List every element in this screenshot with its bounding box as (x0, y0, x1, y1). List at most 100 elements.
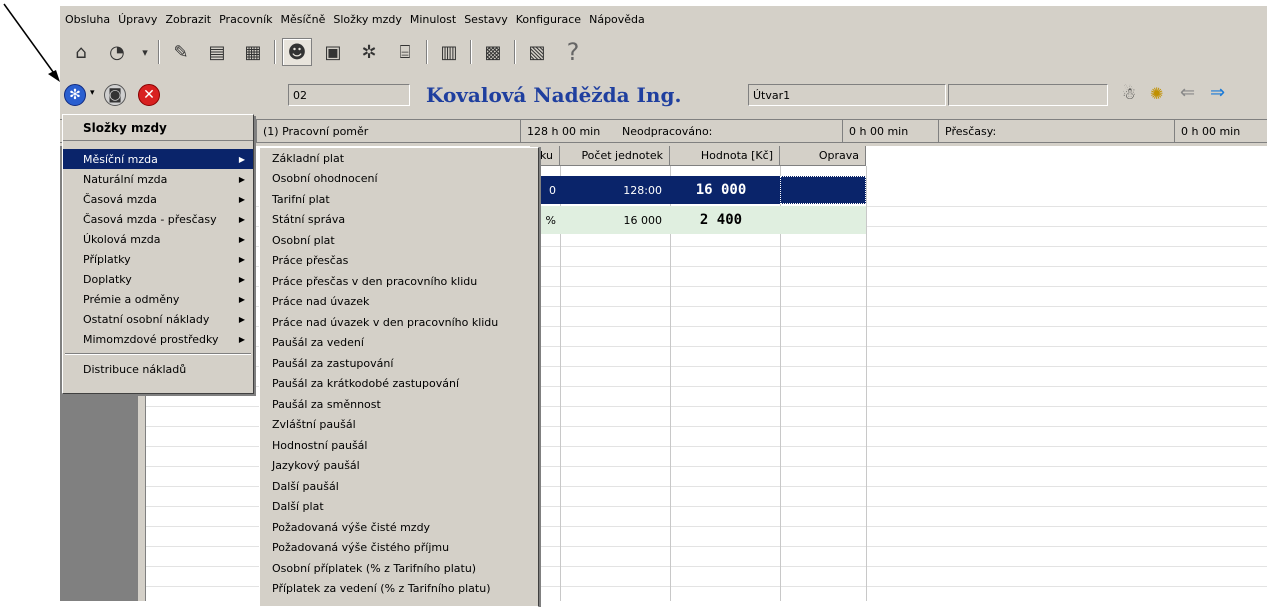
submenu-item[interactable]: Zvláštní paušál (260, 415, 538, 436)
menu-pracovnik[interactable]: Pracovník (219, 13, 272, 26)
employee-code-field[interactable]: 02 (288, 84, 410, 106)
col-header-fix[interactable]: Oprava (780, 146, 866, 166)
person-info-icon[interactable]: ☃ (1122, 84, 1136, 103)
submenu-arrow-icon: ▶ (238, 314, 245, 324)
menu-mesicne[interactable]: Měsíčně (281, 13, 326, 26)
submenu-item[interactable]: Hodnostní paušál (260, 435, 538, 456)
row1-units[interactable]: 128:00 (560, 176, 670, 204)
menu-sestavy[interactable]: Sestavy (464, 13, 508, 26)
help-icon[interactable]: ? (558, 38, 588, 66)
col-header-value[interactable]: Hodnota [Kč] (670, 146, 780, 166)
document2-icon[interactable]: ▣ (318, 38, 348, 66)
toolbar-separator (426, 40, 428, 64)
submenu-arrow-icon: ▶ (238, 194, 245, 204)
disk-icon[interactable]: ◔ (102, 38, 132, 66)
calculator-icon[interactable]: ▩ (478, 38, 508, 66)
person-bar: ✻ ▾ ◙ ✕ 02 Kovalová Naděžda Ing. Útvar1 … (60, 74, 1267, 118)
submenu-arrow-icon: ▶ (238, 294, 245, 304)
calendar-doc-icon[interactable]: ▦ (238, 38, 268, 66)
bank-icon[interactable]: ⌸ (390, 38, 420, 66)
menu-napoveda[interactable]: Nápověda (589, 13, 645, 26)
report-icon[interactable]: ▧ (522, 38, 552, 66)
submenu-item[interactable]: Příplatek za vedení (% z Tarifního platu… (260, 579, 538, 600)
menu-list: Měsíční mzda ▶ Naturální mzda ▶ Časová mzd… (63, 149, 253, 379)
menu-item-label: Ostatní osobní náklady (83, 312, 210, 326)
menu-item-label: Mimomzdové prostředky (83, 332, 219, 346)
person-card-icon[interactable]: ☻ (282, 38, 312, 66)
submenu-arrow-icon: ▶ (238, 274, 245, 284)
edit-doc-icon[interactable]: ✎ (166, 38, 196, 66)
gears-icon[interactable]: ✲ (354, 38, 384, 66)
employment-type: (1) Pracovní poměr (256, 120, 520, 142)
row1-fix[interactable] (780, 176, 866, 204)
menu-slozky-mzdy[interactable]: Složky mzdy (333, 13, 402, 26)
submenu-arrow-icon: ▶ (238, 214, 245, 224)
menu-item-ostatni-naklady[interactable]: Ostatní osobní náklady ▶ (63, 309, 253, 329)
submenu-item[interactable]: Další plat (260, 497, 538, 518)
monthly-salary-submenu: Základní plat Osobní ohodnocení Tarifní … (259, 147, 539, 607)
submenu-item[interactable]: Osobní plat (260, 230, 538, 251)
submenu-item[interactable]: Práce nad úvazek v den pracovního klidu (260, 312, 538, 333)
dropdown-arrow-icon[interactable]: ▾ (138, 38, 152, 66)
menu-item-premie[interactable]: Prémie a odměny ▶ (63, 289, 253, 309)
submenu-item[interactable]: Paušál za směnnost (260, 394, 538, 415)
menu-upravy[interactable]: Úpravy (118, 13, 157, 26)
submenu-item[interactable]: Osobní příplatek (% z Tarifního platu) (260, 558, 538, 579)
toolbar-separator (274, 40, 276, 64)
row2-value[interactable]: 2 400 (670, 206, 780, 234)
submenu-item[interactable]: Paušál za zastupování (260, 353, 538, 374)
submenu-item[interactable]: Paušál za krátkodobé zastupování (260, 374, 538, 395)
salary-components-icon[interactable]: ✻ (64, 84, 86, 106)
submenu-item[interactable]: Jazykový paušál (260, 456, 538, 477)
home-icon[interactable]: ⌂ (66, 38, 96, 66)
menu-item-casova-mzda-prescasy[interactable]: Časová mzda - přesčasy ▶ (63, 209, 253, 229)
submenu-item[interactable]: Práce nad úvazek (260, 292, 538, 313)
overtime-value: 0 h 00 min (1174, 120, 1267, 142)
gears-yellow-icon[interactable]: ✺ (1150, 84, 1163, 103)
menu-item-ukolova-mzda[interactable]: Úkolová mzda ▶ (63, 229, 253, 249)
toolbar-separator (470, 40, 472, 64)
submenu-item[interactable]: Práce přesčas (260, 251, 538, 272)
row2-units[interactable]: 16 000 (560, 206, 670, 234)
submenu-item[interactable]: Požadovaná výše čistého příjmu (260, 538, 538, 559)
menu-item-label: Měsíční mzda (83, 152, 158, 166)
arrow-left-icon[interactable]: ⇐ (1180, 82, 1195, 103)
submenu-item[interactable]: Požadovaná výše čisté mzdy (260, 517, 538, 538)
menu-separator (65, 353, 251, 355)
close-icon[interactable]: ✕ (138, 84, 160, 106)
menu-zobrazit[interactable]: Zobrazit (165, 13, 211, 26)
submenu-item[interactable]: Státní správa (260, 210, 538, 231)
menu-item-distribuce[interactable]: Distribuce nákladů (63, 359, 253, 379)
menu-item-doplatky[interactable]: Doplatky ▶ (63, 269, 253, 289)
row2-fix[interactable] (780, 206, 866, 234)
submenu-item[interactable]: Práce přesčas v den pracovního klidu (260, 271, 538, 292)
menu-item-casova-mzda[interactable]: Časová mzda ▶ (63, 189, 253, 209)
col-header-units[interactable]: Počet jednotek (560, 146, 670, 166)
submenu-item[interactable]: Paušál za vedení (260, 333, 538, 354)
submenu-arrow-icon: ▶ (238, 254, 245, 264)
settings-icon[interactable]: ◙ (104, 84, 126, 106)
clipboard-icon[interactable]: ▥ (434, 38, 464, 66)
row1-value[interactable]: 16 000 (670, 176, 780, 204)
menu-item-priplatky[interactable]: Příplatky ▶ (63, 249, 253, 269)
submenu-item[interactable]: Tarifní plat (260, 189, 538, 210)
department-field[interactable]: Útvar1 (748, 84, 946, 106)
menu-item-label: Časová mzda - přesčasy (83, 212, 217, 226)
submenu-item[interactable]: Základní plat (260, 148, 538, 169)
menu-konfigurace[interactable]: Konfigurace (516, 13, 581, 26)
submenu-item[interactable]: Osobní ohodnocení (260, 169, 538, 190)
arrow-right-icon[interactable]: ⇒ (1210, 82, 1225, 103)
menu-minulost[interactable]: Minulost (410, 13, 456, 26)
chevron-down-icon[interactable]: ▾ (90, 88, 95, 98)
extra-field[interactable] (948, 84, 1108, 106)
submenu-item[interactable]: Další paušál (260, 476, 538, 497)
menu-item-mimomzdove[interactable]: Mimomzdové prostředky ▶ (63, 329, 253, 349)
salary-components-menu: Složky mzdy Měsíční mzda ▶ Naturální mzda… (62, 114, 254, 394)
menu-item-mesicni-mzda[interactable]: Měsíční mzda ▶ (63, 149, 253, 169)
document-icon[interactable]: ▤ (202, 38, 232, 66)
submenu-arrow-icon: ▶ (238, 154, 245, 164)
menu-obsluha[interactable]: Obsluha (65, 13, 110, 26)
menu-title: Složky mzdy (63, 115, 253, 141)
menu-item-label: Úkolová mzda (83, 232, 161, 246)
menu-item-naturalni-mzda[interactable]: Naturální mzda ▶ (63, 169, 253, 189)
